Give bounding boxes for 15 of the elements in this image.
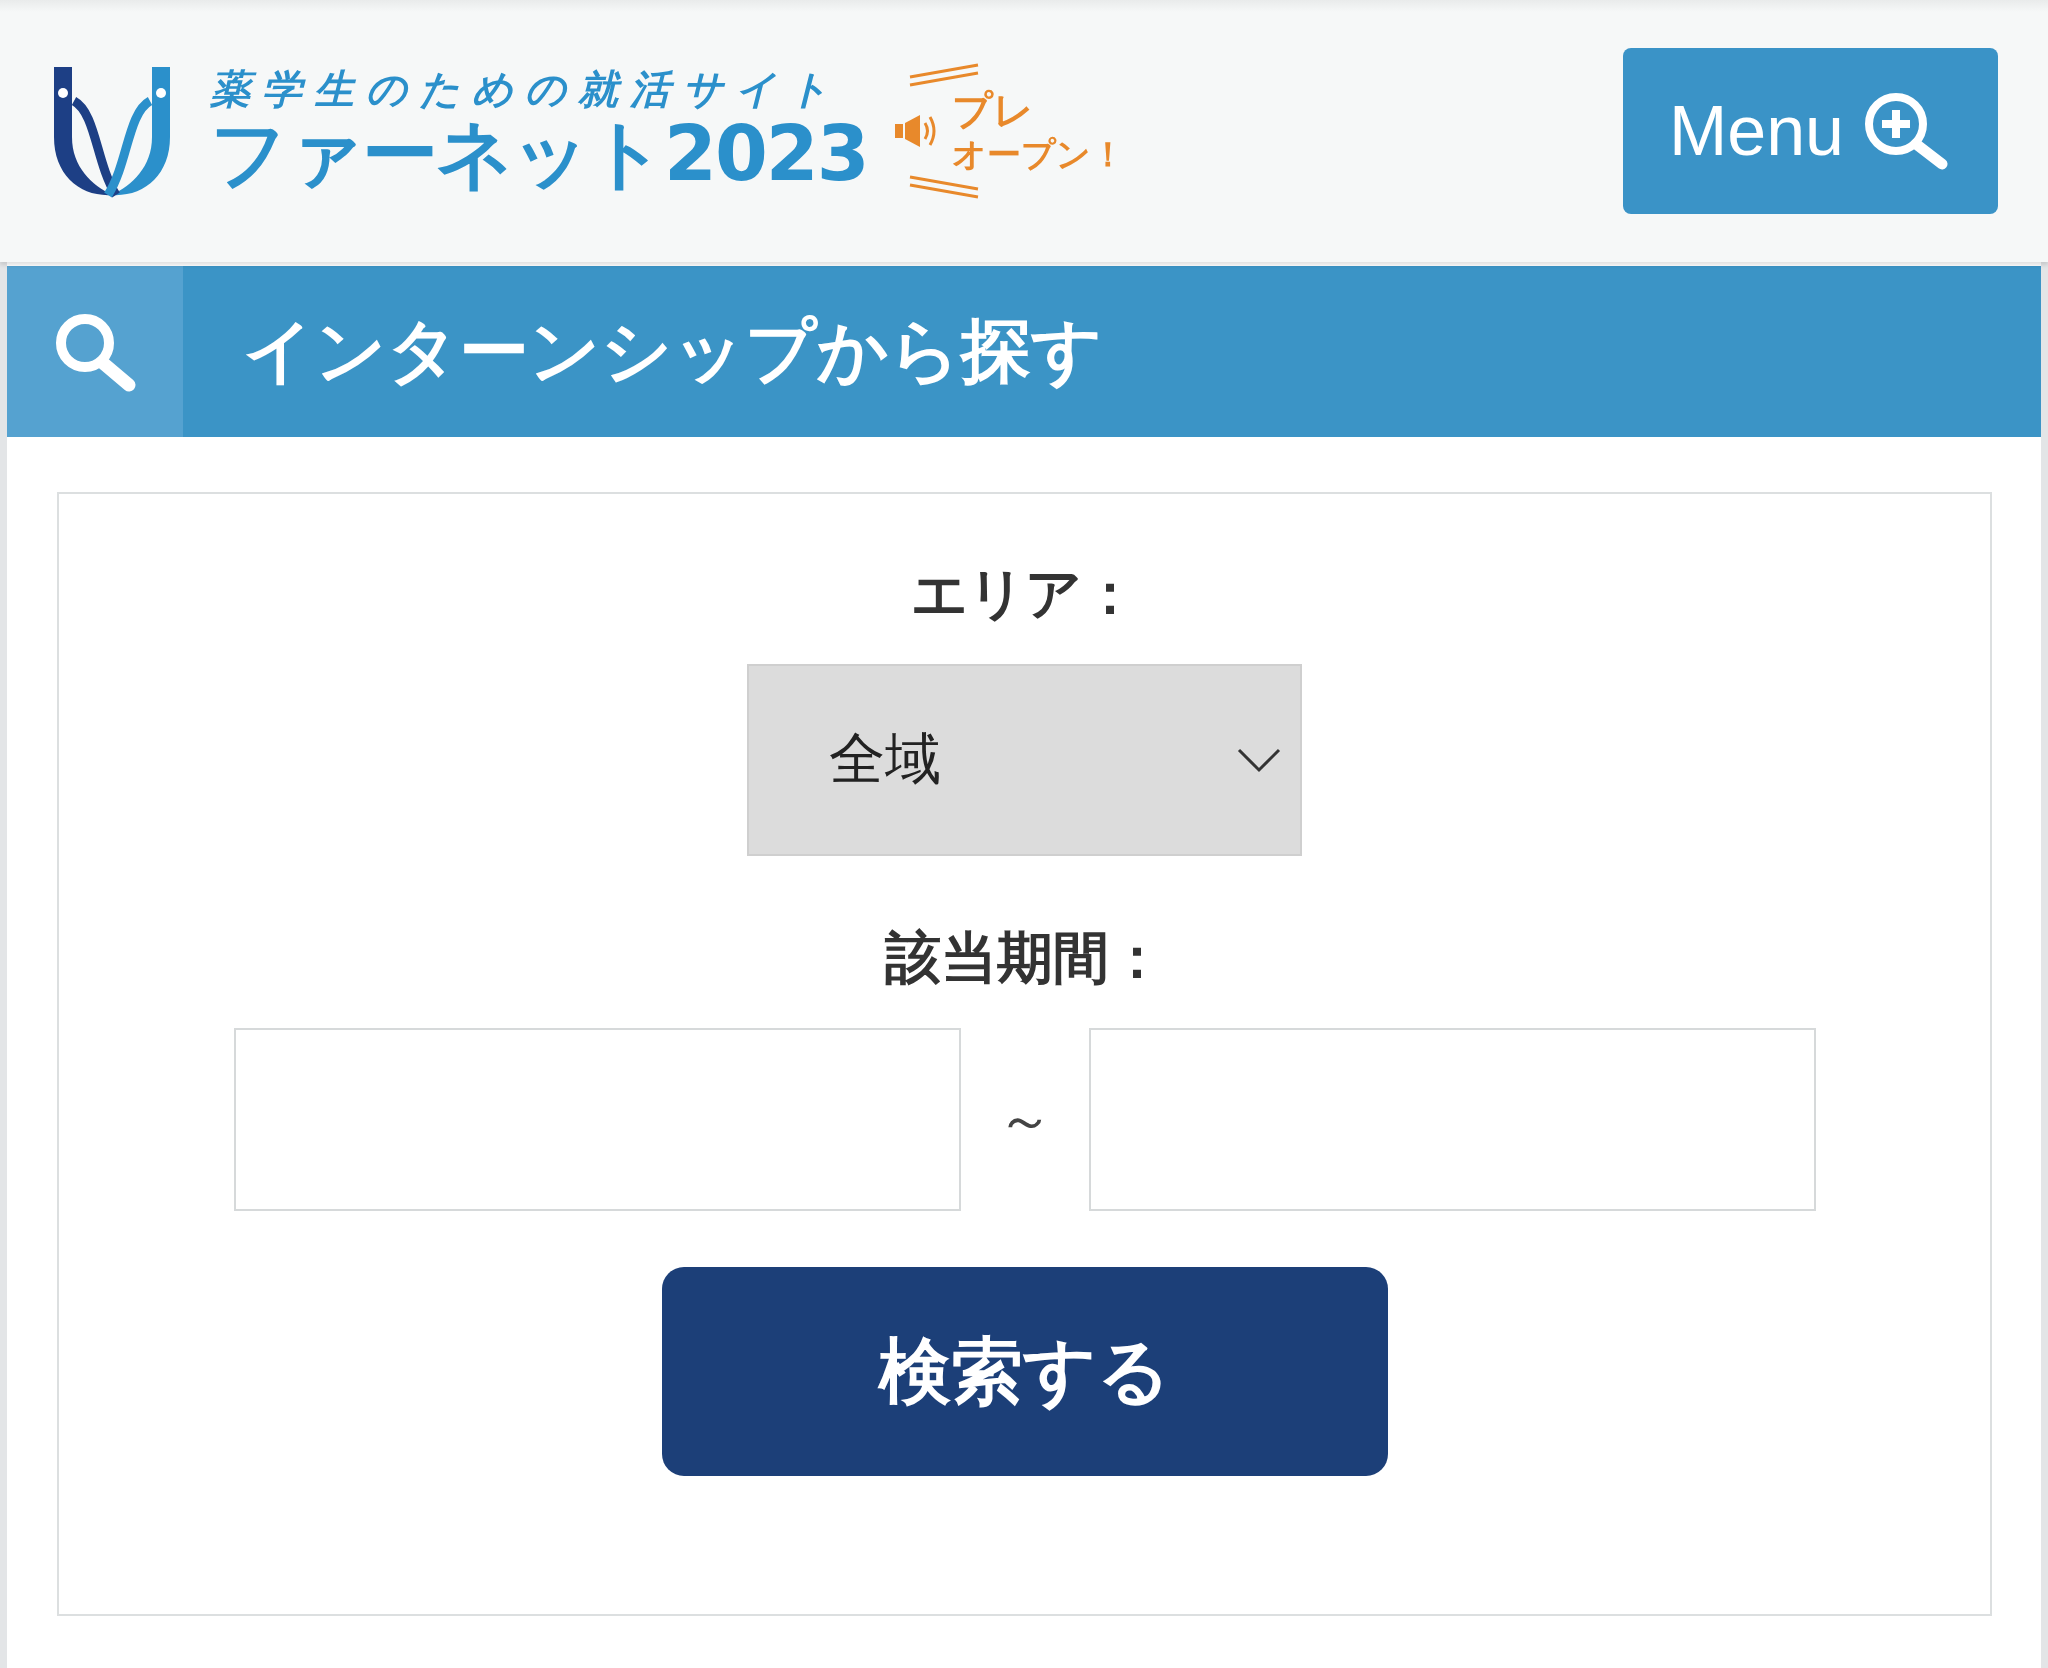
area-select[interactable]: 全域 (747, 664, 1302, 856)
range-separator: ～ (996, 1091, 1053, 1148)
date-input-field[interactable] (1088, 1028, 1816, 1211)
logo-name: ファーネット2023 (210, 112, 868, 196)
logo-tagline: 薬学生のための就活サイト (210, 66, 842, 112)
search-button[interactable]: 検索する (661, 1267, 1388, 1476)
section-title: インターンシップから探す (243, 308, 1103, 394)
accent-lines-icon (907, 175, 980, 199)
badge-text: プレ (951, 87, 1035, 133)
badge-text: オープン！ (951, 133, 1125, 175)
accent-lines-icon (907, 63, 980, 87)
logo-icon (52, 67, 172, 199)
field-label: エリア： (911, 560, 1138, 628)
field-label: 該当期間： (884, 924, 1165, 992)
date-input-field[interactable] (233, 1028, 961, 1211)
